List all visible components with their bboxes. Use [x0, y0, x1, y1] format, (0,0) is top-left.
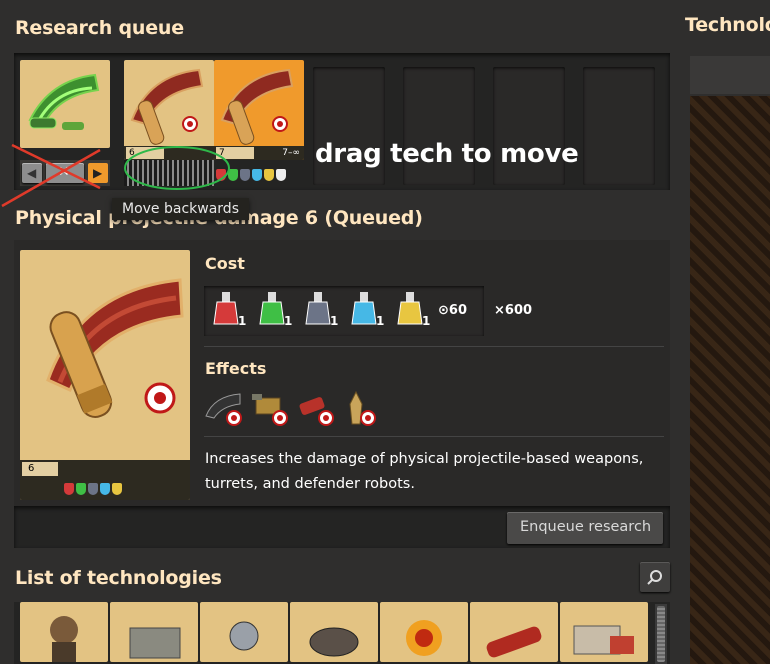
ingredient-automation: 1	[212, 292, 246, 330]
tech-building-icon	[573, 625, 634, 655]
tech-tile[interactable]	[560, 602, 648, 662]
technology-list-title: List of technologies	[15, 567, 222, 589]
tech-radar-icon	[229, 621, 259, 651]
research-preview-card: 6	[20, 250, 190, 500]
tech-armor-icon	[50, 616, 78, 662]
green-ammo-icon	[28, 73, 100, 130]
red-cross-annotation	[1, 143, 101, 208]
clock-icon: ⊙	[438, 303, 449, 318]
cost-label: Cost	[205, 254, 245, 273]
current-research-card[interactable]	[20, 60, 110, 148]
effects-row	[204, 390, 384, 428]
ingredient-chemical: 1	[350, 292, 384, 330]
queue-slot-empty	[583, 67, 655, 185]
research-queue-title: Research queue	[15, 17, 184, 39]
technology-grid	[14, 602, 670, 664]
tech-tile[interactable]	[110, 602, 198, 662]
enqueue-research-button[interactable]: Enqueue research	[507, 512, 663, 544]
flask-icon	[252, 169, 262, 181]
time-cost: ⊙60	[438, 303, 467, 318]
tech-rocket-icon	[486, 626, 542, 658]
green-ellipse-annotation	[124, 146, 230, 190]
level-label: 6	[22, 462, 58, 476]
flask-icon	[112, 483, 122, 495]
tech-tile[interactable]	[200, 602, 288, 662]
level-range-label: 7–∞	[282, 148, 300, 158]
military-science-pack-icon	[305, 292, 331, 325]
tech-tile[interactable]	[20, 602, 108, 662]
technology-tree-view[interactable]	[690, 96, 770, 664]
tech-tile[interactable]	[380, 602, 468, 662]
chemical-science-pack-icon	[351, 292, 377, 325]
ammo-icon	[130, 68, 204, 145]
drag-hint-text: drag tech to move	[315, 139, 579, 169]
defender-capsule-effect-icon	[349, 390, 376, 426]
ammo-icon	[220, 68, 294, 145]
logistic-science-pack-icon	[259, 292, 285, 325]
shotgun-shell-effect-icon	[299, 397, 334, 426]
tech-explosives-icon	[406, 620, 442, 656]
ingredient-military: 1	[304, 292, 338, 330]
flask-icon	[264, 169, 274, 181]
research-description: Increases the damage of physical project…	[205, 451, 644, 492]
tech-landmine-icon	[309, 627, 359, 657]
technology-list-scrollbar[interactable]	[655, 604, 667, 664]
ingredient-utility: 1	[396, 292, 430, 330]
ingredient-logistic: 1	[258, 292, 292, 330]
tech-tile[interactable]	[290, 602, 378, 662]
tooltip-move-backwards: Move backwards	[112, 198, 249, 220]
physical-projectile-damage-icon	[46, 278, 184, 418]
technology-title: Technolo	[685, 14, 770, 36]
tech-tile[interactable]	[470, 602, 558, 662]
effects-label: Effects	[205, 359, 267, 378]
search-icon	[647, 570, 662, 585]
search-button[interactable]	[640, 562, 670, 592]
flask-icon	[76, 483, 86, 495]
flask-icon	[240, 169, 250, 181]
automation-science-pack-icon	[213, 292, 239, 325]
flask-icon	[276, 169, 286, 181]
flask-icon	[88, 483, 98, 495]
turret-effect-icon	[252, 394, 288, 426]
preview-ingredients	[64, 480, 124, 499]
flask-icon	[100, 483, 110, 495]
cost-multiplier: ×600	[494, 303, 533, 318]
technology-header-bar	[690, 56, 770, 94]
tech-wall-icon	[129, 627, 181, 659]
utility-science-pack-icon	[397, 292, 423, 325]
cost-box: 1 1 1 1 1 ⊙60	[204, 286, 484, 336]
flask-icon	[64, 483, 74, 495]
ammo-effect-icon	[205, 393, 242, 426]
